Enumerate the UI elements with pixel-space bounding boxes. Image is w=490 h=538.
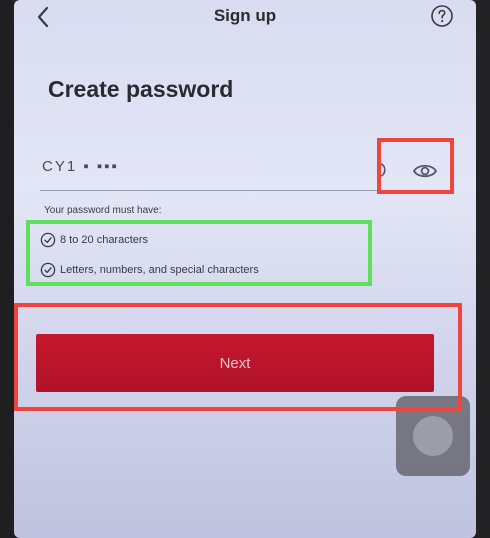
highlight-box-requirements [26, 220, 372, 286]
page-header-title: Sign up [213, 6, 277, 25]
question-circle-icon[interactable] [430, 4, 454, 28]
password-underline [40, 190, 380, 191]
screen: Sign up Create password CY1 ▪ ▪▪▪ Your p… [14, 0, 476, 538]
highlight-box-next [14, 303, 462, 411]
password-input-value[interactable]: CY1 ▪ ▪▪▪ [42, 158, 119, 175]
phone-bezel-right [476, 0, 490, 538]
page-title: Create password [48, 76, 234, 102]
requirements-heading: Your password must have: [44, 205, 162, 216]
phone-frame: Sign up Create password CY1 ▪ ▪▪▪ Your p… [0, 0, 490, 538]
phone-bezel-left [0, 0, 14, 538]
highlight-box-eye [377, 138, 454, 194]
top-bar: Sign up [14, 0, 476, 36]
assistive-touch-inner [413, 416, 453, 456]
